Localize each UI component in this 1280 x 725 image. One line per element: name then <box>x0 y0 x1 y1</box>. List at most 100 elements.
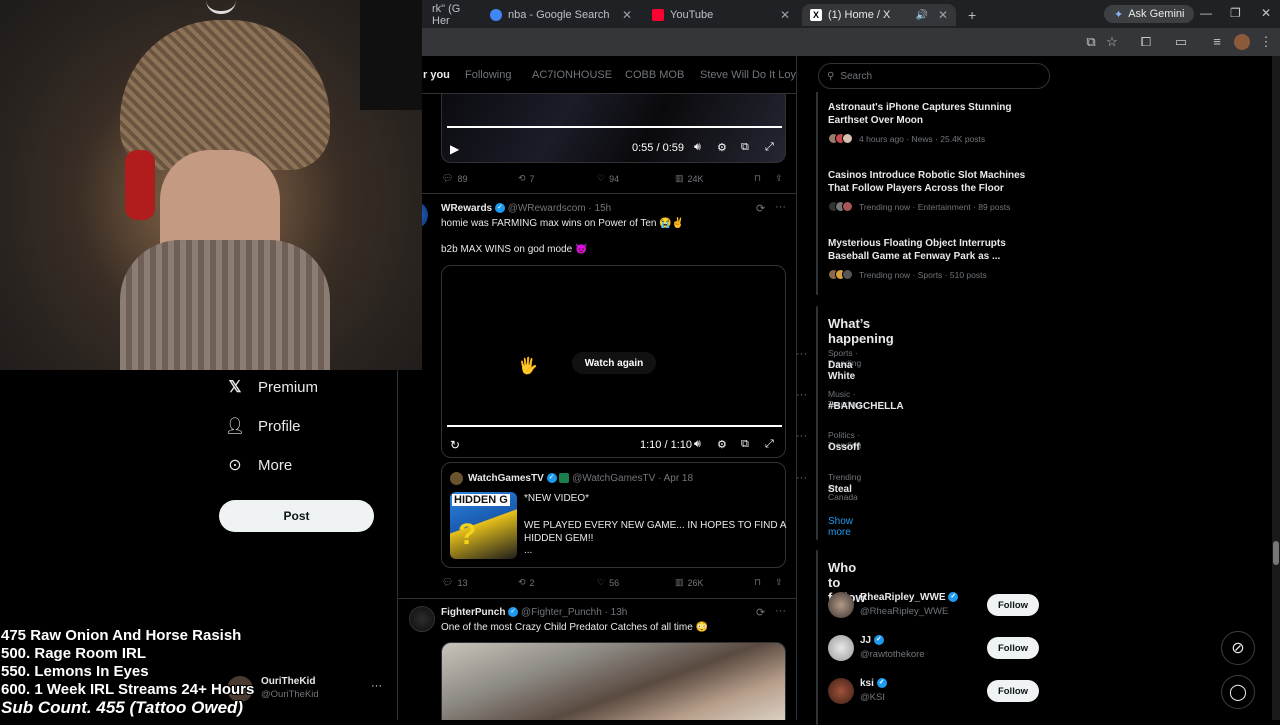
tweet-video[interactable]: 🖐 Watch again ↻ 1:10 / 1:10 🔊︎ ⚙ ⧉ ⤢ <box>441 265 786 458</box>
settings-icon[interactable]: ⚙ <box>717 438 727 451</box>
views-button[interactable]: ▥ 24K <box>675 173 704 184</box>
settings-icon[interactable]: ⚙ <box>717 141 727 154</box>
news-item-title[interactable]: Casinos Introduce Robotic Slot Machines … <box>828 169 1038 195</box>
browser-tab-x-home[interactable]: X (1) Home / X 🔊 ✕ <box>802 4 956 26</box>
search-input[interactable]: Search <box>840 71 872 82</box>
play-icon[interactable]: ▶ <box>450 142 459 156</box>
grok-button[interactable]: ⊘ <box>1221 631 1255 665</box>
author-handle[interactable]: @Fighter_Punchh <box>521 607 602 618</box>
tab-following[interactable]: Following <box>465 69 511 81</box>
fullscreen-icon[interactable]: ⤢ <box>765 141 774 154</box>
fullscreen-icon[interactable]: ⤢ <box>765 438 774 451</box>
reply-button[interactable]: 💬︎ 13 <box>442 577 467 588</box>
replay-icon[interactable]: ↻ <box>450 438 460 452</box>
tab-cobb-mob[interactable]: COBB MOB <box>625 69 684 81</box>
close-window-icon[interactable]: ✕ <box>1261 6 1271 20</box>
tab-for-you[interactable]: r you <box>423 69 450 81</box>
news-item-title[interactable]: Mysterious Floating Object Interrupts Ba… <box>828 237 1038 263</box>
watch-again-button[interactable]: Watch again <box>572 352 656 374</box>
close-tab-icon[interactable]: ✕ <box>780 8 790 22</box>
extensions-icon[interactable]: ⧠ <box>1138 34 1154 50</box>
messages-button[interactable]: ◯ <box>1221 675 1255 709</box>
minimize-icon[interactable]: — <box>1200 6 1212 20</box>
tweet-video[interactable]: ▶ 0:55 / 0:59 🔊︎ ⚙ ⧉ ⤢ <box>441 94 786 163</box>
tweet-time[interactable]: · 15h <box>588 203 611 214</box>
more-options-icon[interactable]: ··· <box>796 348 807 360</box>
tweet-video[interactable] <box>441 642 786 720</box>
follow-suggestion-name[interactable]: JJ ✓ <box>860 635 884 646</box>
author-name[interactable]: FighterPunch <box>441 607 505 618</box>
more-options-icon[interactable]: ··· <box>371 680 382 692</box>
more-options-icon[interactable]: ··· <box>796 472 807 484</box>
video-progress-bar[interactable] <box>447 126 782 128</box>
video-thumbnail[interactable]: HIDDEN G ? <box>450 492 517 559</box>
browser-menu-icon[interactable]: ⋮ <box>1258 34 1274 50</box>
views-button[interactable]: ▥ 26K <box>675 577 704 588</box>
share-icon[interactable]: ⇪ <box>775 173 783 184</box>
close-tab-icon[interactable]: ✕ <box>938 8 948 22</box>
more-options-icon[interactable]: ··· <box>775 605 786 617</box>
new-tab-button[interactable]: + <box>960 4 980 26</box>
restore-icon[interactable]: ❐ <box>1230 6 1241 20</box>
browser-tab-1[interactable]: rk" (G Her <box>424 3 478 27</box>
trend-name[interactable]: Steal <box>828 484 852 495</box>
follow-button[interactable]: Follow <box>987 680 1039 702</box>
follow-button[interactable]: Follow <box>987 637 1039 659</box>
like-button[interactable]: ♡ 56 <box>597 577 619 588</box>
browser-tab-google[interactable]: nba - Google Search ✕ <box>482 4 640 26</box>
nav-premium[interactable]: 𝕏 Premium <box>226 378 318 397</box>
fur-hat <box>120 20 330 170</box>
grok-icon[interactable]: ⟳ <box>756 606 765 619</box>
browser-tab-youtube[interactable]: YouTube ✕ <box>644 4 798 26</box>
reply-button[interactable]: 💬︎ 89 <box>442 173 467 184</box>
cast-icon[interactable]: ▭ <box>1173 34 1189 50</box>
trend-name[interactable]: Dana White <box>828 360 855 382</box>
avatar[interactable] <box>828 678 854 704</box>
show-more-link[interactable]: Show more <box>828 516 853 538</box>
like-button[interactable]: ♡ 94 <box>597 173 619 184</box>
close-tab-icon[interactable]: ✕ <box>622 8 632 22</box>
volume-icon[interactable]: 🔊︎ <box>694 438 701 451</box>
nav-more[interactable]: ⊙ More <box>226 456 292 475</box>
post-button[interactable]: Post <box>219 500 374 532</box>
picture-in-picture-icon[interactable]: ⧉ <box>741 438 749 451</box>
avatar[interactable] <box>828 635 854 661</box>
repost-count: 7 <box>529 173 535 184</box>
follow-button[interactable]: Follow <box>987 594 1039 616</box>
follow-suggestion-name[interactable]: RheaRipley_WWE ✓ <box>860 592 959 603</box>
bookmark-icon[interactable]: ⊓ <box>754 577 761 588</box>
quoted-tweet[interactable]: WatchGamesTV ✓ @WatchGamesTV · Apr 18 HI… <box>441 462 786 568</box>
nav-profile[interactable]: 👤︎ Profile <box>225 417 301 436</box>
news-item-title[interactable]: Astronaut's iPhone Captures Stunning Ear… <box>828 101 1038 127</box>
volume-icon[interactable]: 🔊︎ <box>694 141 701 154</box>
ask-gemini-button[interactable]: ✦ Ask Gemini <box>1104 5 1195 23</box>
repost-button[interactable]: ⟲ 2 <box>518 577 535 588</box>
more-options-icon[interactable]: ··· <box>796 430 807 442</box>
bookmark-star-icon[interactable]: ☆ <box>1104 34 1120 50</box>
avatar[interactable] <box>409 606 435 632</box>
page-scrollbar[interactable] <box>1272 56 1280 720</box>
speaker-icon[interactable]: 🔊 <box>915 10 927 21</box>
tab-steve-will-do-it[interactable]: Steve Will Do It Loyal <box>700 69 796 81</box>
author-name[interactable]: WRewards <box>441 203 492 214</box>
tab-ac7ionhouse[interactable]: AC7IONHOUSE <box>532 69 612 81</box>
scrollbar-thumb[interactable] <box>1273 541 1279 565</box>
trend-name[interactable]: #BANGCHELLA <box>828 401 904 412</box>
trend-name[interactable]: Ossoff <box>828 442 860 453</box>
avatar[interactable] <box>828 592 854 618</box>
video-progress-bar[interactable] <box>447 425 782 427</box>
repost-button[interactable]: ⟲ 7 <box>518 173 535 184</box>
grok-icon[interactable]: ⟳ <box>756 202 765 215</box>
search-bar[interactable]: ⚲ Search <box>818 63 1050 89</box>
reading-list-icon[interactable]: ≡ <box>1209 34 1225 50</box>
install-app-icon[interactable]: ⧉ <box>1083 34 1099 50</box>
profile-avatar-icon[interactable] <box>1234 34 1250 50</box>
bookmark-icon[interactable]: ⊓ <box>754 173 761 184</box>
more-options-icon[interactable]: ··· <box>775 201 786 213</box>
picture-in-picture-icon[interactable]: ⧉ <box>741 141 749 154</box>
author-handle[interactable]: @WRewardscom <box>508 203 586 214</box>
follow-suggestion-name[interactable]: ksi ✓ <box>860 678 887 689</box>
share-icon[interactable]: ⇪ <box>775 577 783 588</box>
tweet-time[interactable]: · 13h <box>605 607 628 618</box>
more-options-icon[interactable]: ··· <box>796 389 807 401</box>
